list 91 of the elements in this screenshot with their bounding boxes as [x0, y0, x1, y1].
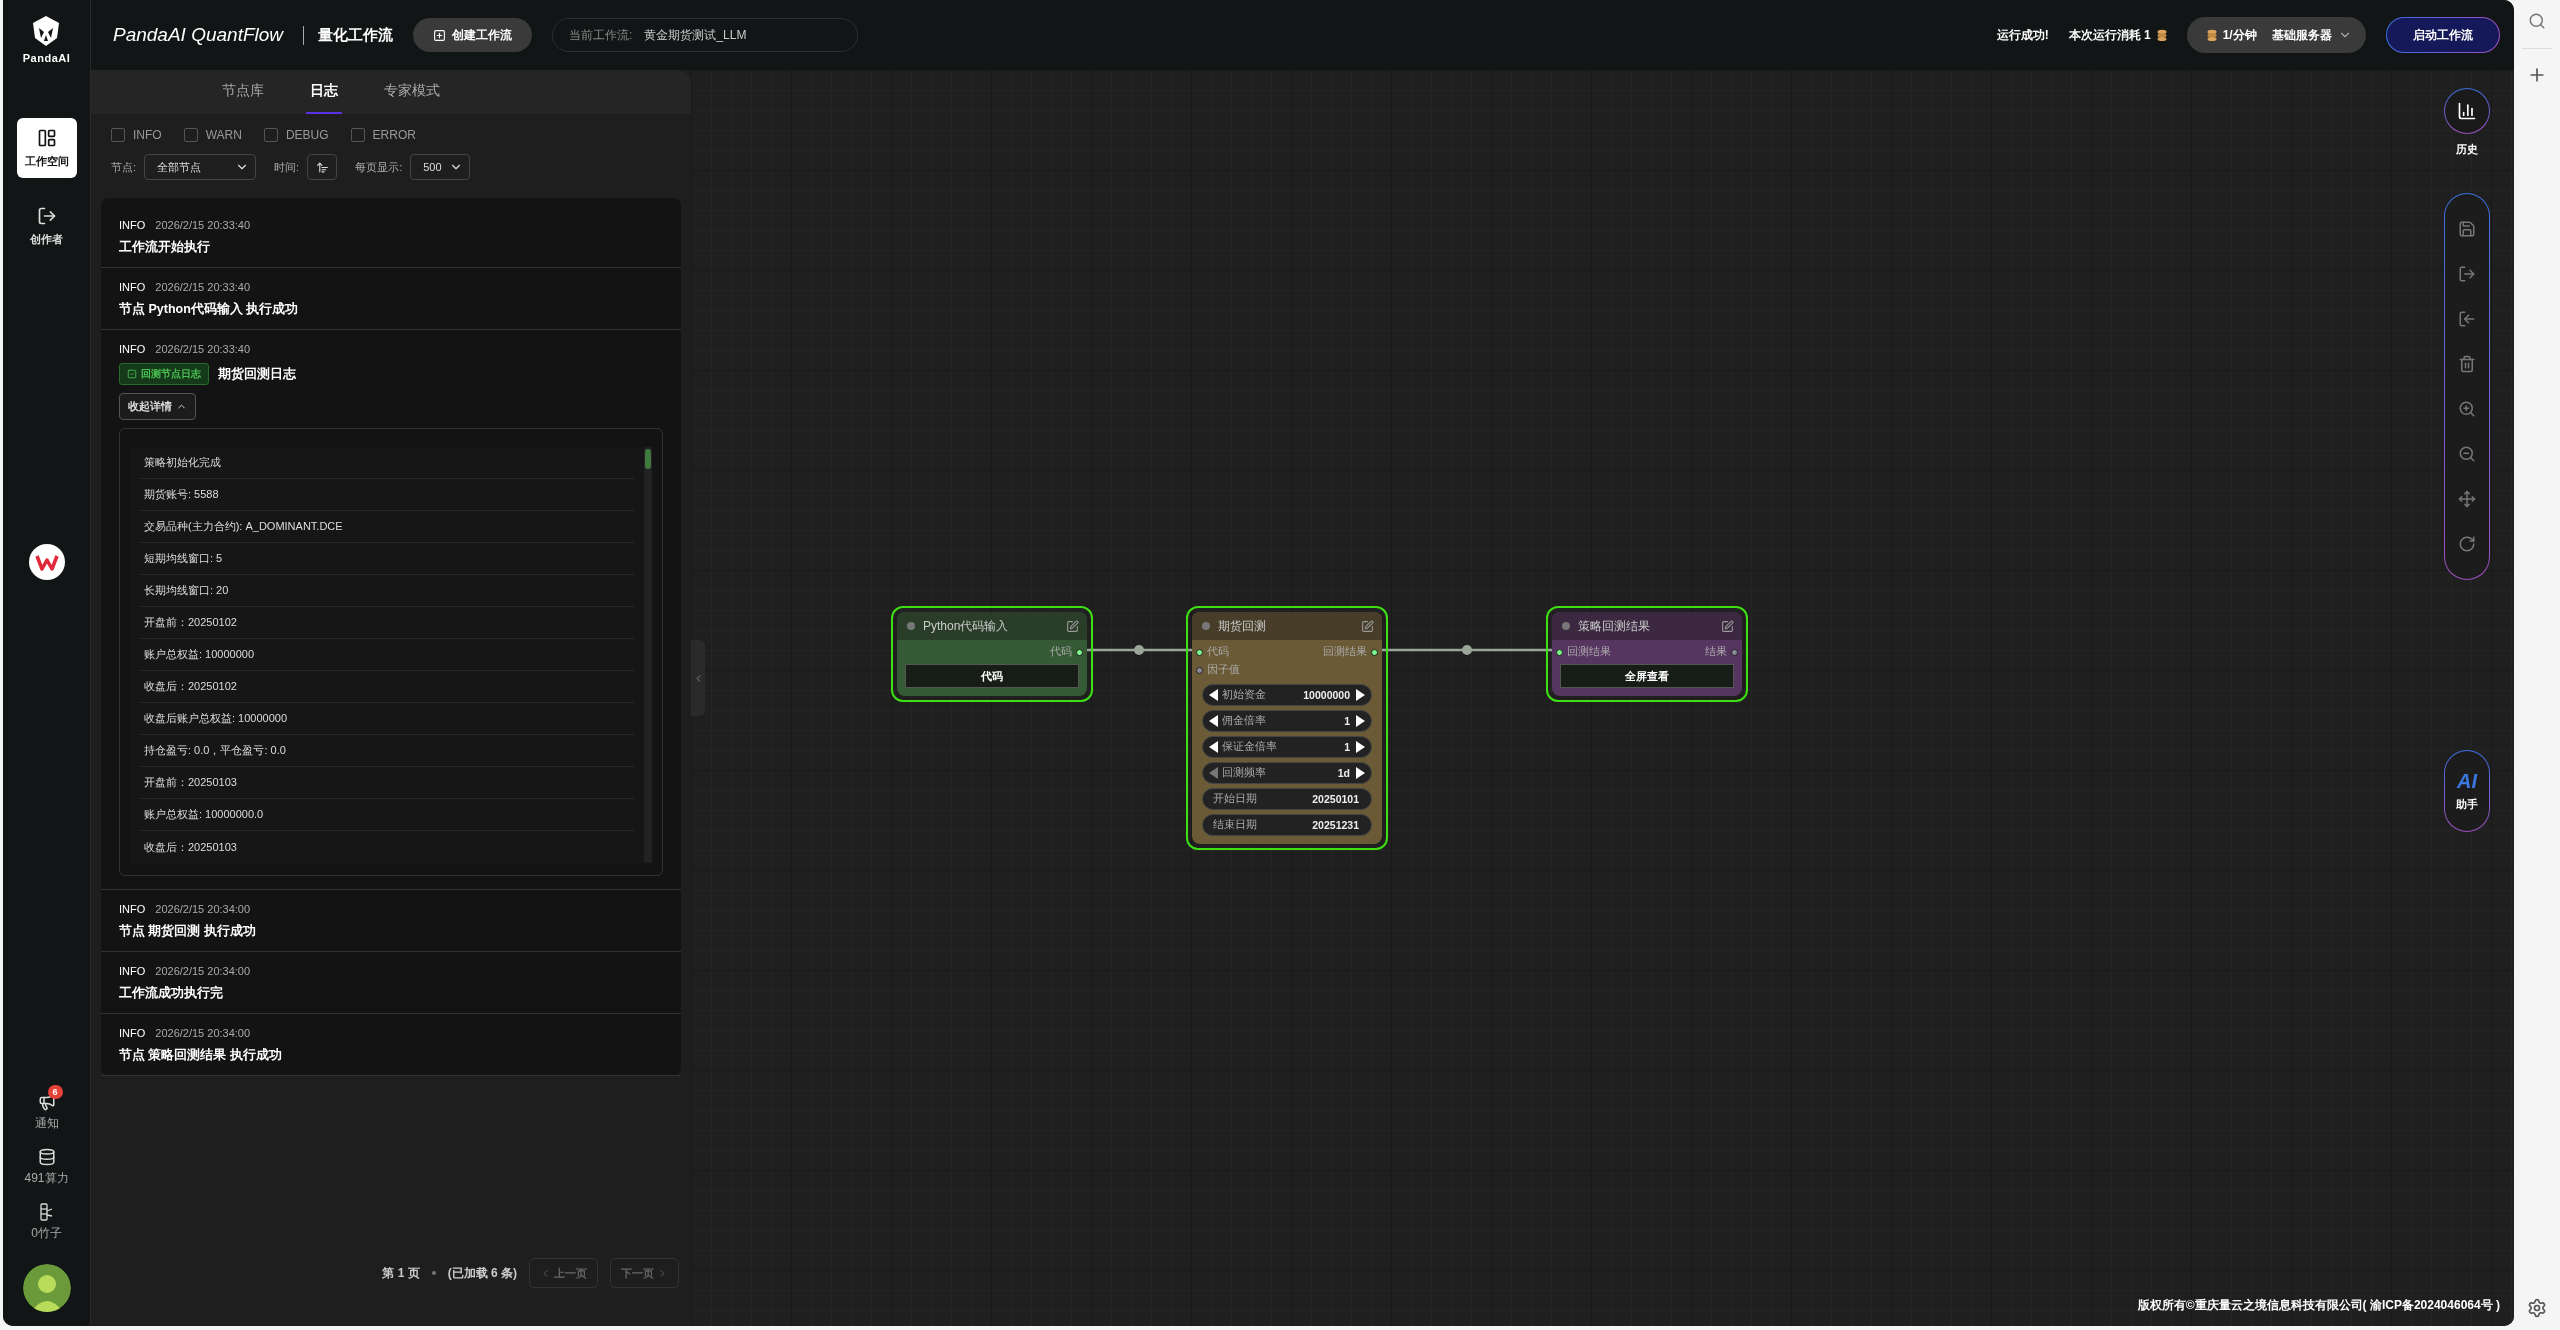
level-checkbox[interactable]: WARN	[183, 128, 242, 142]
number-widget[interactable]: 回测频率 1d	[1202, 762, 1372, 784]
tab[interactable]: 日志	[306, 70, 342, 114]
log-level: INFO	[119, 281, 146, 293]
field-label: 节点:	[111, 159, 137, 175]
port-label: 回测结果	[1323, 645, 1367, 659]
log-time: 2026/2/15 20:34:00	[155, 903, 251, 915]
loaded-count: (已加载 6 条)	[447, 1264, 517, 1282]
log-message: 工作流成功执行完	[119, 985, 224, 1002]
sidebar-item[interactable]: 6 通知	[14, 1083, 79, 1132]
port-label: 回测结果	[1567, 645, 1611, 659]
page-info: 第 1 页	[382, 1264, 420, 1282]
detail-line: 策略初始化完成	[140, 447, 634, 479]
detail-line: 账户总权益: 10000000.0	[140, 799, 634, 831]
log-message: 工作流开始执行	[119, 239, 211, 256]
log-message: 节点 期货回测 执行成功	[119, 923, 257, 940]
checkbox-label: INFO	[133, 128, 162, 142]
node-title: 期货回测	[1218, 617, 1267, 635]
detail-line: 账户总权益: 10000000	[140, 639, 634, 671]
collapse-details-button[interactable]: 收起详情	[119, 393, 196, 420]
node-title: 策略回测结果	[1578, 617, 1651, 635]
run-status: 运行成功!	[1996, 26, 2049, 44]
node-title: Python代码输入	[923, 617, 1010, 635]
start-workflow-button[interactable]: 启动工作流	[2386, 17, 2500, 53]
detail-line: 交易品种(主力合约): A_DOMINANT.DCE	[140, 511, 634, 543]
log-tag: 回测节点日志	[119, 363, 209, 385]
log-time: 2026/2/15 20:33:40	[155, 343, 251, 355]
port-label: 因子值	[1207, 663, 1240, 677]
log-level: INFO	[119, 1027, 146, 1039]
log-level: INFO	[119, 903, 146, 915]
log-message: 节点 策略回测结果 执行成功	[119, 1047, 283, 1064]
level-checkbox[interactable]: ERROR	[350, 128, 416, 142]
app-subtitle: 量化工作流	[303, 25, 394, 45]
log-level: INFO	[119, 343, 146, 355]
log-level: INFO	[119, 965, 146, 977]
log-time: 2026/2/15 20:34:00	[155, 965, 251, 977]
checkbox-label: DEBUG	[285, 128, 329, 142]
level-checkbox[interactable]: DEBUG	[263, 128, 329, 142]
detail-line: 期货账号: 5588	[140, 479, 634, 511]
text-widget[interactable]: 结束日期 20251231	[1202, 814, 1372, 836]
page-size-select[interactable]: 500	[410, 154, 471, 180]
sidebar-item[interactable]: 创作者	[16, 196, 77, 256]
workflow-node[interactable]: Python代码输入 代码 代码	[897, 612, 1087, 696]
detail-line: 持仓盈亏: 0.0，平仓盈亏: 0.0	[140, 735, 634, 767]
workflow-node[interactable]: 策略回测结果 回测结果 结果 全屏查看	[1552, 612, 1742, 696]
detail-line: 收盘后：20250103	[143, 839, 238, 855]
sidebar-item[interactable]: 工作空间	[16, 118, 77, 178]
port-label: 代码	[1207, 645, 1229, 659]
tab[interactable]: 节点库	[218, 70, 268, 114]
detail-line: 短期均线窗口: 5	[140, 543, 634, 575]
copyright-text: 版权所有©重庆量云之境信息科技有限公司( 渝ICP备2024046064号 )	[2137, 1297, 2500, 1314]
number-widget[interactable]: 初始资金 10000000	[1202, 684, 1372, 706]
log-time: 2026/2/15 20:34:00	[155, 1027, 251, 1039]
node-button[interactable]: 代码	[905, 664, 1079, 688]
app-title: PandaAI QuantFlow	[113, 24, 284, 46]
detail-line: 收盘后：20250102	[140, 671, 634, 703]
log-time: 2026/2/15 20:33:40	[155, 281, 251, 293]
number-widget[interactable]: 佣金倍率 1	[1202, 710, 1372, 732]
port-label: 结果	[1705, 645, 1727, 659]
field-label: 时间:	[274, 159, 300, 175]
checkbox-label: ERROR	[372, 128, 416, 142]
text-widget[interactable]: 开始日期 20250101	[1202, 788, 1372, 810]
sidebar-label: 通知	[34, 1115, 59, 1132]
workflow-node[interactable]: 期货回测 代码 因子值 回测结果 初始资金 10000000 佣金倍率 1 保证金倍率 1 回测频率 1d 开始日期 20250101 结束日期 20251231	[1192, 612, 1382, 844]
log-level: INFO	[119, 219, 146, 231]
detail-line: 长期均线窗口: 20	[140, 575, 634, 607]
server-select[interactable]: 1/分钟 基础服务器	[2186, 17, 2366, 53]
field-label: 每页显示:	[355, 159, 403, 175]
sidebar-label: 491算力	[24, 1170, 69, 1187]
assistant-button[interactable]: AI 助手	[2444, 750, 2490, 832]
detail-line: 开盘前：20250103	[140, 767, 634, 799]
port-label: 代码	[1050, 645, 1072, 659]
log-time: 2026/2/15 20:33:40	[155, 219, 251, 231]
tab[interactable]: 专家模式	[380, 70, 444, 114]
log-message: 节点 Python代码输入 执行成功	[119, 301, 300, 318]
checkbox-label: WARN	[205, 128, 242, 142]
node-button[interactable]: 全屏查看	[1560, 664, 1734, 688]
detail-line: 开盘前：20250102	[140, 607, 634, 639]
number-widget[interactable]: 保证金倍率 1	[1202, 736, 1372, 758]
logo-text: PandaAI	[22, 52, 71, 64]
sidebar-label: 0竹子	[31, 1225, 62, 1242]
count-badge: 6	[47, 1085, 63, 1099]
node-select[interactable]: 全部节点	[144, 154, 257, 180]
workflow-canvas[interactable]: Python代码输入 代码 代码 期货回测 代码 因子值 回测结果 初始资金 10000000 佣金倍率 1 保证金倍率 1 回测频率 1d 开始日期 20250101 结束日期 20251231 策略回测结果 回测结果 结果 全屏查看 历史 AI 助手 版权所有©重庆量云之境信息科技有限公司( 渝ICP备2024046064号 )	[691, 70, 2514, 1326]
log-message: 期货回测日志	[218, 365, 296, 383]
run-cost: 本次运行消耗 1	[2068, 26, 2151, 44]
level-checkbox[interactable]: INFO	[111, 128, 162, 142]
detail-line: 收盘后账户总权益: 10000000	[140, 703, 634, 735]
sidebar-item[interactable]: 0竹子	[14, 1193, 79, 1242]
create-workflow-button[interactable]: 创建工作流	[413, 18, 533, 52]
sidebar-item[interactable]: 491算力	[14, 1138, 79, 1187]
